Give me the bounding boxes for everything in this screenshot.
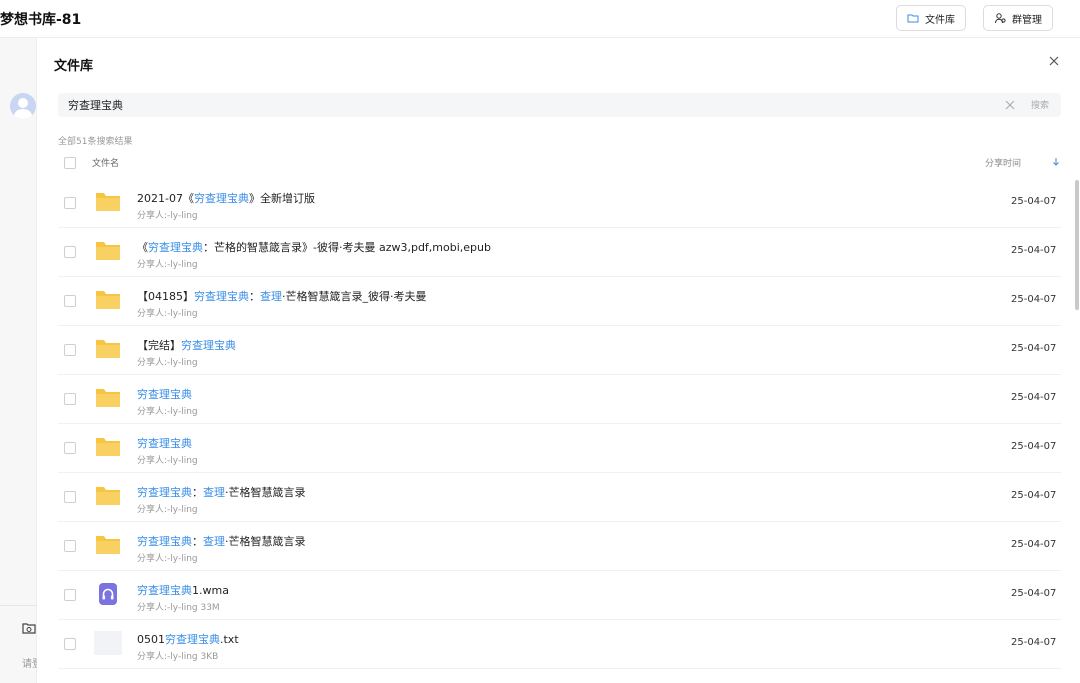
file-row[interactable]: 【完结】穷查理宝典分享人:-ly-ling 25-04-07 — [58, 326, 1061, 375]
file-meta: 分享人:-ly-ling — [137, 407, 198, 417]
file-meta: 分享人:-ly-ling — [137, 309, 198, 319]
file-meta: 分享人:-ly-ling — [137, 358, 198, 368]
share-date: 25-04-07 — [1011, 343, 1057, 354]
group-manage-button[interactable]: 群管理 — [983, 5, 1053, 31]
audio-file-icon — [99, 583, 117, 605]
column-filename: 文件名 — [92, 159, 120, 169]
file-meta: 分享人:-ly-ling — [137, 211, 198, 221]
login-hint: 请登 — [22, 659, 37, 670]
folder-icon — [96, 193, 120, 211]
left-sidebar: 请登 — [0, 38, 37, 683]
file-meta: 分享人:-ly-ling 33M — [137, 603, 220, 613]
sort-desc-icon[interactable] — [1052, 157, 1060, 167]
folder-icon — [96, 340, 120, 358]
sidebar-divider — [0, 605, 37, 606]
row-checkbox[interactable] — [64, 540, 76, 552]
folder-icon — [96, 389, 120, 407]
file-meta: 分享人:-ly-ling — [137, 554, 198, 564]
file-name[interactable]: 0501穷查理宝典.txt — [137, 631, 239, 647]
share-date: 25-04-07 — [1011, 441, 1057, 452]
file-name[interactable]: 穷查理宝典：查理·芒格智慧箴言录 — [137, 533, 306, 549]
share-date: 25-04-07 — [1011, 539, 1057, 550]
file-meta: 分享人:-ly-ling — [137, 456, 198, 466]
panel-title: 文件库 — [54, 59, 94, 74]
file-name[interactable]: 2021-07《穷查理宝典》全新增订版 — [137, 190, 315, 206]
folder-icon — [96, 242, 120, 260]
file-name[interactable]: 穷查理宝典：查理·芒格智慧箴言录 — [137, 484, 306, 500]
group-title: 梦想书库-81 — [0, 12, 82, 28]
file-row[interactable]: 穷查理宝典1.wma 分享人:-ly-ling 33M 25-04-07 — [58, 571, 1061, 620]
row-checkbox[interactable] — [64, 246, 76, 258]
file-name[interactable]: 穷查理宝典 — [137, 435, 192, 451]
folder-icon — [907, 14, 919, 23]
row-checkbox[interactable] — [64, 344, 76, 356]
share-date: 25-04-07 — [1011, 245, 1057, 256]
file-row[interactable]: 2021-07《穷查理宝典》全新增订版分享人:-ly-ling 25-04-07 — [58, 179, 1061, 228]
file-meta: 分享人:-ly-ling 3KB — [137, 652, 219, 662]
clear-search-icon[interactable] — [1004, 99, 1016, 111]
column-share-time[interactable]: 分享时间 — [985, 156, 1021, 169]
cloud-folder-icon[interactable] — [21, 620, 37, 636]
row-checkbox[interactable] — [64, 393, 76, 405]
folder-icon — [96, 291, 120, 309]
file-name[interactable]: 【完结】穷查理宝典 — [137, 337, 236, 353]
row-checkbox[interactable] — [64, 442, 76, 454]
group-users-icon — [995, 13, 1006, 24]
file-row[interactable]: 穷查理宝典：查理·芒格智慧箴言录分享人:-ly-ling 25-04-07 — [58, 473, 1061, 522]
file-library-panel: 文件库 搜索 全部51条搜索结果 文件名 分享时间 2021-07《穷查理宝典》… — [37, 38, 1080, 683]
scrollbar[interactable] — [1075, 180, 1079, 310]
folder-icon — [96, 536, 120, 554]
share-date: 25-04-07 — [1011, 637, 1057, 648]
file-row[interactable]: 【04185】穷查理宝典：查理·芒格智慧箴言录_彼得·考夫曼分享人:-ly-li… — [58, 277, 1061, 326]
file-meta: 分享人:-ly-ling — [137, 505, 198, 515]
search-button[interactable]: 搜索 — [1031, 98, 1049, 111]
folder-icon — [96, 438, 120, 456]
folder-icon — [96, 487, 120, 505]
file-row[interactable]: 穷查理宝典分享人:-ly-ling 25-04-07 — [58, 424, 1061, 473]
file-name[interactable]: 穷查理宝典 — [137, 386, 192, 402]
search-bar: 搜索 — [58, 93, 1061, 117]
file-row[interactable]: 穷查理宝典：查理·芒格智慧箴言录分享人:-ly-ling 25-04-07 — [58, 522, 1061, 571]
row-checkbox[interactable] — [64, 638, 76, 650]
group-manage-label: 群管理 — [1012, 14, 1042, 26]
file-library-button[interactable]: 文件库 — [896, 5, 966, 31]
row-checkbox[interactable] — [64, 295, 76, 307]
file-row[interactable]: 穷查理宝典分享人:-ly-ling 25-04-07 — [58, 375, 1061, 424]
share-date: 25-04-07 — [1011, 392, 1057, 403]
select-all-checkbox[interactable] — [64, 157, 76, 169]
file-name[interactable]: 穷查理宝典1.wma — [137, 582, 229, 598]
file-row[interactable]: 《穷查理宝典：芒格的智慧箴言录》-彼得·考夫曼 azw3,pdf,mobi,ep… — [58, 228, 1061, 277]
share-date: 25-04-07 — [1011, 294, 1057, 305]
top-bar: 梦想书库-81 文件库 群管理 — [0, 0, 1080, 38]
user-avatar[interactable] — [10, 93, 36, 119]
search-input[interactable] — [68, 93, 968, 117]
file-row[interactable]: 0501穷查理宝典.txt 分享人:-ly-ling 3KB 25-04-07 — [58, 620, 1061, 669]
row-checkbox[interactable] — [64, 491, 76, 503]
row-checkbox[interactable] — [64, 589, 76, 601]
close-icon[interactable] — [1047, 54, 1061, 68]
share-date: 25-04-07 — [1011, 588, 1057, 599]
file-library-label: 文件库 — [925, 14, 955, 26]
file-meta: 分享人:-ly-ling — [137, 260, 198, 270]
text-file-icon — [94, 631, 122, 655]
result-count: 全部51条搜索结果 — [58, 137, 133, 147]
file-name[interactable]: 《穷查理宝典：芒格的智慧箴言录》-彼得·考夫曼 azw3,pdf,mobi,ep… — [137, 239, 491, 255]
table-header: 文件名 分享时间 — [58, 152, 1061, 174]
share-date: 25-04-07 — [1011, 196, 1057, 207]
share-date: 25-04-07 — [1011, 490, 1057, 501]
file-name[interactable]: 【04185】穷查理宝典：查理·芒格智慧箴言录_彼得·考夫曼 — [137, 288, 427, 304]
row-checkbox[interactable] — [64, 197, 76, 209]
